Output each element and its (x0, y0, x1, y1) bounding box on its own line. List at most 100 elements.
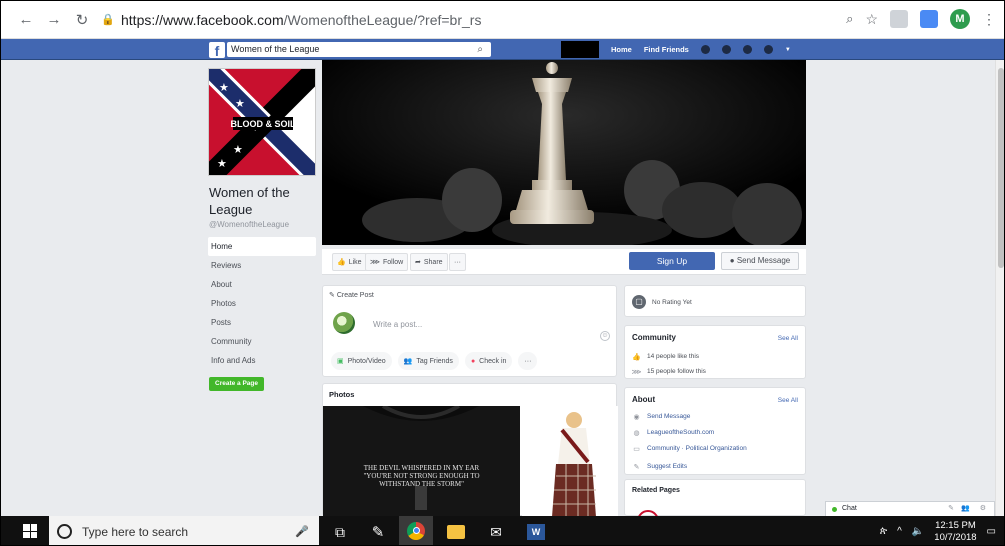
rss-icon: ⋙ (631, 368, 642, 376)
about-send-message-link[interactable]: Send Message (647, 413, 690, 420)
file-explorer-icon[interactable] (445, 521, 467, 543)
left-nav-home[interactable]: Home (208, 237, 316, 256)
messenger-icon[interactable] (721, 45, 731, 54)
category-link[interactable]: Community · Political Organization (647, 445, 747, 452)
menu-icon[interactable]: ⋮ (982, 11, 996, 28)
pencil-icon: ✎ (329, 292, 335, 299)
help-icon[interactable] (763, 45, 773, 54)
more-actions-button[interactable]: ··· (449, 253, 466, 271)
scrollbar-thumb[interactable] (998, 68, 1004, 268)
edge-icon[interactable]: ✎ (367, 521, 389, 543)
left-nav-about[interactable]: About (208, 275, 316, 294)
globe-icon: ◍ (633, 429, 640, 437)
profile-avatar[interactable]: M (950, 9, 970, 29)
online-dot-icon (832, 507, 837, 512)
post-avatar[interactable] (333, 312, 355, 334)
shirt-text-line-3: WITHSTAND THE STORM" (379, 480, 464, 488)
sign-up-button[interactable]: Sign Up (629, 252, 715, 270)
create-page-button[interactable]: Create a Page (209, 377, 264, 391)
reload-icon[interactable]: ↻ (71, 9, 93, 31)
category-icon: ▭ (633, 445, 640, 453)
follow-button[interactable]: ⋙ Follow (365, 253, 409, 271)
chat-bar[interactable]: Chat ✎ 👥 ⚙ (825, 501, 995, 517)
photo-thumbnail[interactable] (522, 406, 618, 517)
check-in-button[interactable]: ● Check in (464, 352, 513, 370)
translate-icon[interactable] (920, 10, 938, 28)
svg-text:★: ★ (233, 144, 243, 156)
svg-text:★: ★ (219, 82, 229, 94)
rss-icon: ⋙ (370, 259, 380, 266)
fb-search-input[interactable]: Women of the League ⌕ (227, 42, 491, 57)
left-nav-reviews[interactable]: Reviews (208, 256, 316, 275)
extension-icon[interactable] (890, 10, 908, 28)
shirt-text-line-2: "YOU'RE NOT STRONG ENOUGH TO (363, 472, 480, 480)
search-icon[interactable]: ⌕ (477, 42, 483, 57)
write-post-input[interactable]: Write a post... (373, 320, 422, 329)
people-icon[interactable]: ጵ (880, 526, 887, 537)
browser-toolbar: ← → ↻ 🔒 https://www.facebook.com/Womenof… (1, 1, 1004, 39)
thumbs-up-icon: 👍 (337, 259, 346, 266)
photos-title[interactable]: Photos (329, 390, 354, 399)
task-view-icon[interactable]: ⧉ (329, 521, 351, 543)
friend-requests-icon[interactable] (700, 45, 710, 54)
left-nav-community[interactable]: Community (208, 332, 316, 351)
nav-find-friends-link[interactable]: Find Friends (644, 45, 689, 54)
forward-icon[interactable]: → (43, 9, 65, 31)
facebook-header: f Women of the League ⌕ Home Find Friend… (1, 39, 1004, 60)
photo-video-button[interactable]: ▣ Photo/Video (331, 352, 392, 370)
cortana-icon (57, 524, 72, 539)
thumbs-up-icon: 👍 (632, 353, 641, 361)
url-path: /WomenoftheLeague/?ref=br_rs (283, 11, 482, 28)
volume-icon[interactable]: 🔈 (912, 526, 924, 537)
tray-chevron-icon[interactable]: ^ (897, 526, 902, 537)
windows-start-icon[interactable] (23, 524, 37, 538)
add-friends-icon[interactable]: 👥 (961, 504, 970, 512)
chrome-icon[interactable] (399, 516, 433, 545)
website-link[interactable]: LeagueoftheSouth.com (647, 429, 714, 436)
back-icon[interactable]: ← (15, 9, 37, 31)
page-scrollbar[interactable] (995, 60, 1004, 516)
address-bar[interactable]: 🔒 https://www.facebook.com/WomenoftheLea… (101, 6, 861, 34)
url-host: https://www.facebook.com (121, 11, 284, 28)
cover-photo[interactable] (322, 60, 806, 245)
microphone-icon[interactable]: 🎤 (295, 525, 309, 538)
tag-friends-button[interactable]: 👥 Tag Friends (397, 352, 459, 370)
compose-icon[interactable]: ✎ (948, 504, 954, 512)
taskbar-search-box[interactable]: Type here to search 🎤 (49, 516, 319, 545)
word-icon[interactable]: W (525, 521, 547, 543)
notifications-icon[interactable] (742, 45, 752, 54)
taskbar-search-placeholder: Type here to search (82, 524, 189, 539)
about-title[interactable]: About (632, 395, 655, 404)
clock-date: 10/7/2018 (934, 531, 977, 543)
nav-home-link[interactable]: Home (611, 45, 632, 54)
share-button[interactable]: ➦ Share (410, 253, 448, 271)
facebook-logo-icon[interactable]: f (209, 42, 225, 59)
zoom-icon[interactable]: ⌕ (846, 11, 853, 27)
star-icon[interactable]: ☆ (865, 11, 878, 28)
community-see-all-link[interactable]: See All (778, 335, 798, 342)
about-see-all-link[interactable]: See All (778, 397, 798, 404)
emoji-icon[interactable]: ☺ (600, 331, 610, 341)
suggest-edits-link[interactable]: Suggest Edits (647, 463, 687, 470)
system-clock[interactable]: 12:15 PM 10/7/2018 (934, 520, 976, 544)
messenger-icon: ● (729, 256, 735, 265)
community-card: Community See All 👍 14 people like this ⋙… (624, 325, 806, 379)
more-post-options-button[interactable]: ··· (518, 352, 538, 370)
community-title[interactable]: Community (632, 333, 676, 342)
windows-taskbar: Type here to search 🎤 ⧉ ✎ ✉ W ጵ ^ 🔈 12:1… (1, 516, 1004, 545)
action-center-icon[interactable]: ▭ (987, 526, 996, 537)
send-message-button[interactable]: ● Send Message (721, 252, 799, 270)
mail-icon[interactable]: ✉ (485, 521, 507, 543)
left-nav-photos[interactable]: Photos (208, 294, 316, 313)
create-post-title[interactable]: ✎ Create Post (329, 291, 374, 299)
gear-icon[interactable]: ⚙ (980, 504, 986, 512)
related-pages-title[interactable]: Related Pages (632, 487, 680, 494)
photo-thumbnail[interactable]: THE DEVIL WHISPERED IN MY EAR "YOU'RE NO… (323, 406, 520, 517)
left-nav-posts[interactable]: Posts (208, 313, 316, 332)
svg-text:★: ★ (235, 98, 245, 110)
account-dropdown-icon[interactable]: ▼ (785, 47, 791, 53)
like-button[interactable]: 👍 Like (332, 253, 367, 271)
profile-picture[interactable]: ★ ★ ★ ★ BLOOD & SOIL (208, 68, 316, 176)
left-nav-info-and-ads[interactable]: Info and Ads (208, 351, 316, 370)
page-handle[interactable]: @WomenoftheLeague (209, 220, 289, 229)
